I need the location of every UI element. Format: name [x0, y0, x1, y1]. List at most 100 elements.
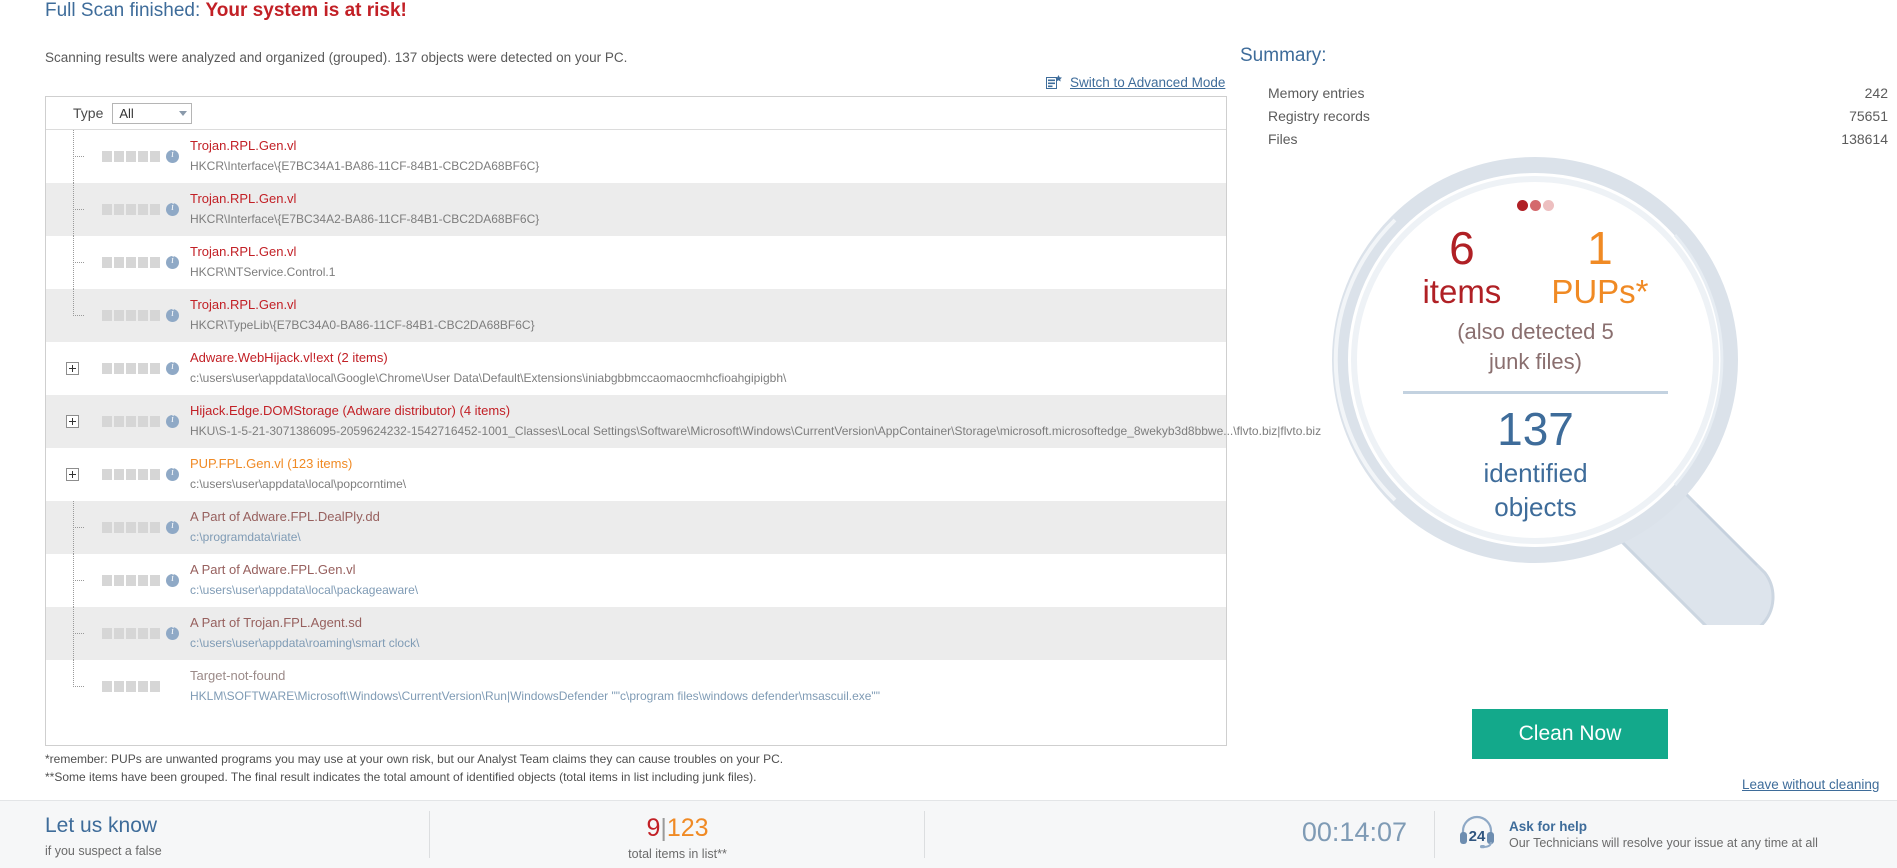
switch-advanced-mode-link[interactable]: Switch to Advanced Mode	[1070, 75, 1225, 90]
table-row[interactable]: Target-not-found HKLM\SOFTWARE\Microsoft\…	[46, 660, 1226, 713]
severity-block	[114, 681, 124, 692]
threat-name[interactable]: Target-not-found	[190, 668, 880, 684]
help-badge-number: 24	[1469, 828, 1486, 845]
tree-line	[73, 660, 74, 687]
severity-block	[102, 416, 112, 427]
scan-results-screen: Full Scan finished: Your system is at ri…	[0, 0, 1897, 868]
row-text: Trojan.RPL.Gen.vl HKCR\TypeLib\{E7BC34A0-…	[190, 289, 535, 333]
table-row[interactable]: Trojan.RPL.Gen.vl HKCR\Interface\{E7BC34A…	[46, 183, 1226, 236]
row-text: Trojan.RPL.Gen.vl HKCR\Interface\{E7BC34A…	[190, 183, 539, 227]
table-row[interactable]: PUP.FPL.Gen.vl (123 items) c:\users\user\…	[46, 448, 1226, 501]
severity-block	[114, 363, 124, 374]
threat-name[interactable]: Trojan.RPL.Gen.vl	[190, 191, 539, 207]
footnote-pup: *remember: PUPs are unwanted programs yo…	[45, 752, 784, 766]
items-count-label: items	[1422, 273, 1502, 310]
threat-name[interactable]: Trojan.RPL.Gen.vl	[190, 297, 535, 313]
severity-block	[126, 575, 136, 586]
threat-name[interactable]: A Part of Adware.FPL.Gen.vl	[190, 562, 418, 578]
type-filter-label: Type	[73, 105, 104, 121]
threat-name[interactable]: A Part of Adware.FPL.DealPly.dd	[190, 509, 380, 525]
severity-block	[114, 416, 124, 427]
threat-name[interactable]: Hijack.Edge.DOMStorage (Adware distribut…	[190, 403, 1226, 419]
info-icon[interactable]	[166, 255, 179, 269]
lens-divider	[1403, 391, 1668, 394]
chevron-down-icon	[179, 110, 188, 116]
summary-row: Memory entries 242	[1268, 82, 1888, 105]
dot-icon	[1543, 200, 1554, 211]
severity-block	[138, 469, 148, 480]
severity-block	[126, 469, 136, 480]
info-icon[interactable]	[166, 202, 179, 216]
info-icon[interactable]	[166, 520, 179, 534]
scan-subtitle: Scanning results were analyzed and organ…	[45, 50, 628, 65]
table-row[interactable]: A Part of Adware.FPL.Gen.vl c:\users\user…	[46, 554, 1226, 607]
threat-path: HKLM\SOFTWARE\Microsoft\Windows\CurrentV…	[190, 689, 880, 703]
severity-block	[114, 151, 124, 162]
threat-name[interactable]: PUP.FPL.Gen.vl (123 items)	[190, 456, 406, 472]
threat-path: HKU\S-1-5-21-3071386095-2059624232-15427…	[190, 424, 1322, 438]
threat-name[interactable]: Adware.WebHijack.vl!ext (2 items)	[190, 350, 786, 366]
threat-name[interactable]: A Part of Trojan.FPL.Agent.sd	[190, 615, 419, 631]
tree-branch	[73, 633, 84, 634]
elapsed-timer: 00:14:07	[1301, 817, 1407, 847]
severity-block	[150, 416, 160, 427]
switch-advanced-mode-control[interactable]: Switch to Advanced Mode	[1046, 75, 1225, 90]
table-row[interactable]: Trojan.RPL.Gen.vl HKCR\Interface\{E7BC34A…	[46, 130, 1226, 183]
severity-block	[150, 469, 160, 480]
row-gutter	[58, 289, 102, 342]
total-items-counts: 9|123	[430, 813, 925, 843]
type-filter-select[interactable]: All	[112, 102, 193, 124]
let-us-know-subtitle: if you suspect a false	[45, 844, 162, 858]
type-filter-value: All	[119, 105, 134, 121]
severity-block	[114, 257, 124, 268]
row-gutter	[58, 554, 102, 607]
expand-plus-icon[interactable]	[66, 415, 79, 428]
leave-without-cleaning-link[interactable]: Leave without cleaning	[1742, 777, 1879, 792]
table-row[interactable]: Trojan.RPL.Gen.vl HKCR\TypeLib\{E7BC34A0-…	[46, 289, 1226, 342]
severity-block	[114, 522, 124, 533]
severity-block	[114, 469, 124, 480]
info-icon[interactable]	[166, 414, 179, 428]
decorative-dots	[1353, 200, 1718, 211]
severity-block	[138, 681, 148, 692]
severity-block	[138, 151, 148, 162]
severity-block	[150, 575, 160, 586]
info-icon[interactable]	[166, 626, 179, 640]
total-items-threats: 9	[646, 814, 661, 842]
severity-block	[102, 151, 112, 162]
expand-plus-icon[interactable]	[66, 362, 79, 375]
table-row[interactable]: Adware.WebHijack.vl!ext (2 items) c:\user…	[46, 342, 1226, 395]
info-icon[interactable]	[166, 308, 179, 322]
severity-block	[150, 681, 160, 692]
severity-block	[138, 628, 148, 639]
severity-indicator	[102, 575, 160, 586]
threat-path: HKCR\Interface\{E7BC34A1-BA86-11CF-84B1-…	[190, 159, 540, 173]
expand-plus-icon[interactable]	[66, 468, 79, 481]
total-objects-label2: objects	[1494, 492, 1577, 522]
info-icon[interactable]	[166, 467, 179, 481]
footnotes: *remember: PUPs are unwanted programs yo…	[45, 750, 783, 786]
summary-label: Memory entries	[1268, 85, 1365, 101]
info-icon[interactable]	[166, 149, 179, 163]
severity-block	[102, 363, 112, 374]
table-row[interactable]: Trojan.RPL.Gen.vl HKCR\NTService.Control.…	[46, 236, 1226, 289]
clean-now-button[interactable]: Clean Now	[1472, 709, 1668, 759]
table-row[interactable]: Hijack.Edge.DOMStorage (Adware distribut…	[46, 395, 1322, 448]
severity-block	[138, 204, 148, 215]
severity-indicator	[102, 151, 160, 162]
let-us-know-cell[interactable]: Let us know if you suspect a false	[0, 801, 430, 868]
info-icon[interactable]	[166, 573, 179, 587]
tree-branch	[73, 209, 84, 210]
ask-for-help-cell[interactable]: 24 Ask for help Our Technicians will res…	[1435, 801, 1897, 868]
threat-name[interactable]: Trojan.RPL.Gen.vl	[190, 244, 335, 260]
dot-icon	[1517, 200, 1528, 211]
items-count-value: 6	[1449, 222, 1475, 274]
severity-indicator	[102, 257, 160, 268]
threat-path: c:\programdata\riate\	[190, 530, 301, 544]
threat-name[interactable]: Trojan.RPL.Gen.vl	[190, 138, 539, 154]
threat-rows: Trojan.RPL.Gen.vl HKCR\Interface\{E7BC34A…	[46, 130, 1322, 713]
table-row[interactable]: A Part of Adware.FPL.DealPly.dd c:\progra…	[46, 501, 1226, 554]
table-row[interactable]: A Part of Trojan.FPL.Agent.sd c:\users\us…	[46, 607, 1226, 660]
info-icon[interactable]	[166, 361, 179, 375]
tree-branch	[73, 580, 84, 581]
